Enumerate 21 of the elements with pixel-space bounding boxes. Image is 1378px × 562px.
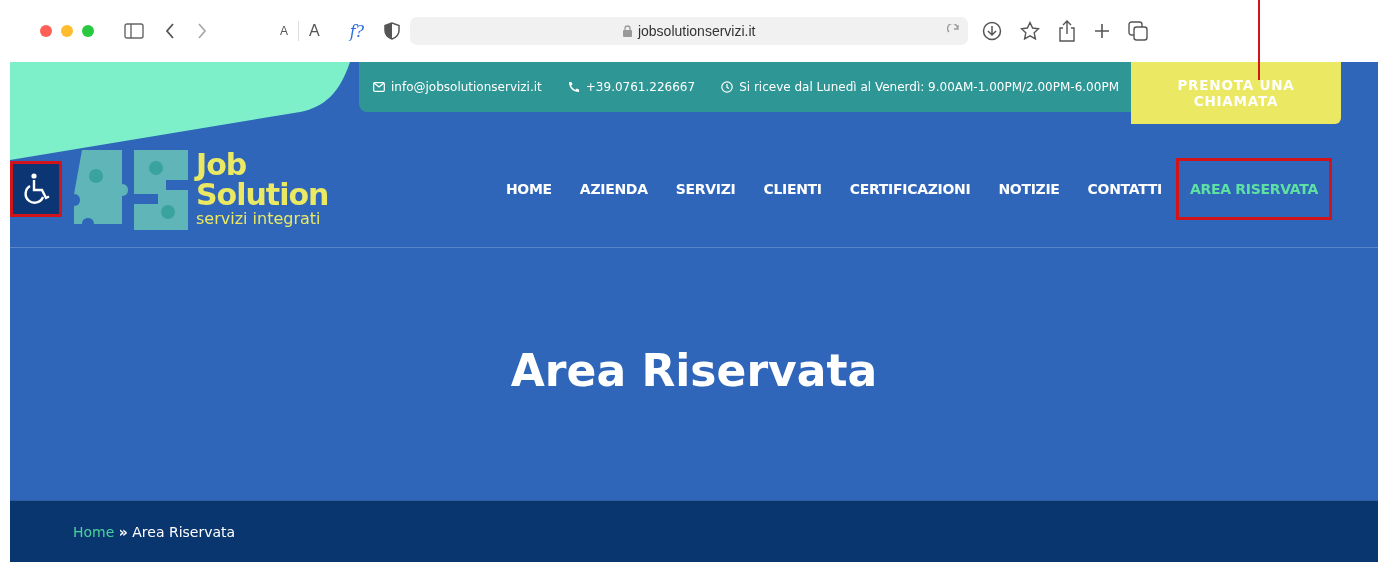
- nav-link[interactable]: AZIENDA: [565, 158, 662, 220]
- nav-link[interactable]: AREA RISERVATA: [1175, 158, 1332, 220]
- page-title: Area Riservata: [510, 344, 878, 396]
- nav-link[interactable]: CLIENTI: [749, 158, 836, 220]
- nav-link[interactable]: CONTATTI: [1073, 158, 1176, 220]
- logo-text: Solution: [196, 180, 329, 210]
- hours-text: Si riceve dal Lunedì al Venerdì: 9.00AM-1.00PM/2.00PM-6.00PM: [739, 80, 1119, 94]
- email-text: info@jobsolutionservizi.it: [391, 80, 542, 94]
- logo-text: Job: [196, 150, 248, 180]
- larger-text-button[interactable]: A: [299, 22, 330, 40]
- nav-link[interactable]: NOTIZIE: [984, 158, 1074, 220]
- breadcrumb-link[interactable]: Home: [73, 523, 115, 540]
- smaller-text-button[interactable]: A: [270, 24, 298, 38]
- breadcrumb: Home » Area Riservata: [73, 523, 236, 540]
- nav-link[interactable]: HOME: [491, 158, 566, 220]
- address-bar[interactable]: jobsolutionservizi.it: [410, 17, 969, 45]
- nav-link[interactable]: CERTIFICAZIONI: [835, 158, 985, 220]
- nav-link[interactable]: SERVIZI: [661, 158, 750, 220]
- extension-button[interactable]: f?: [343, 20, 371, 42]
- phone-text: +39.0761.226667: [585, 80, 696, 94]
- logo-tagline: servizi integrati: [196, 210, 322, 228]
